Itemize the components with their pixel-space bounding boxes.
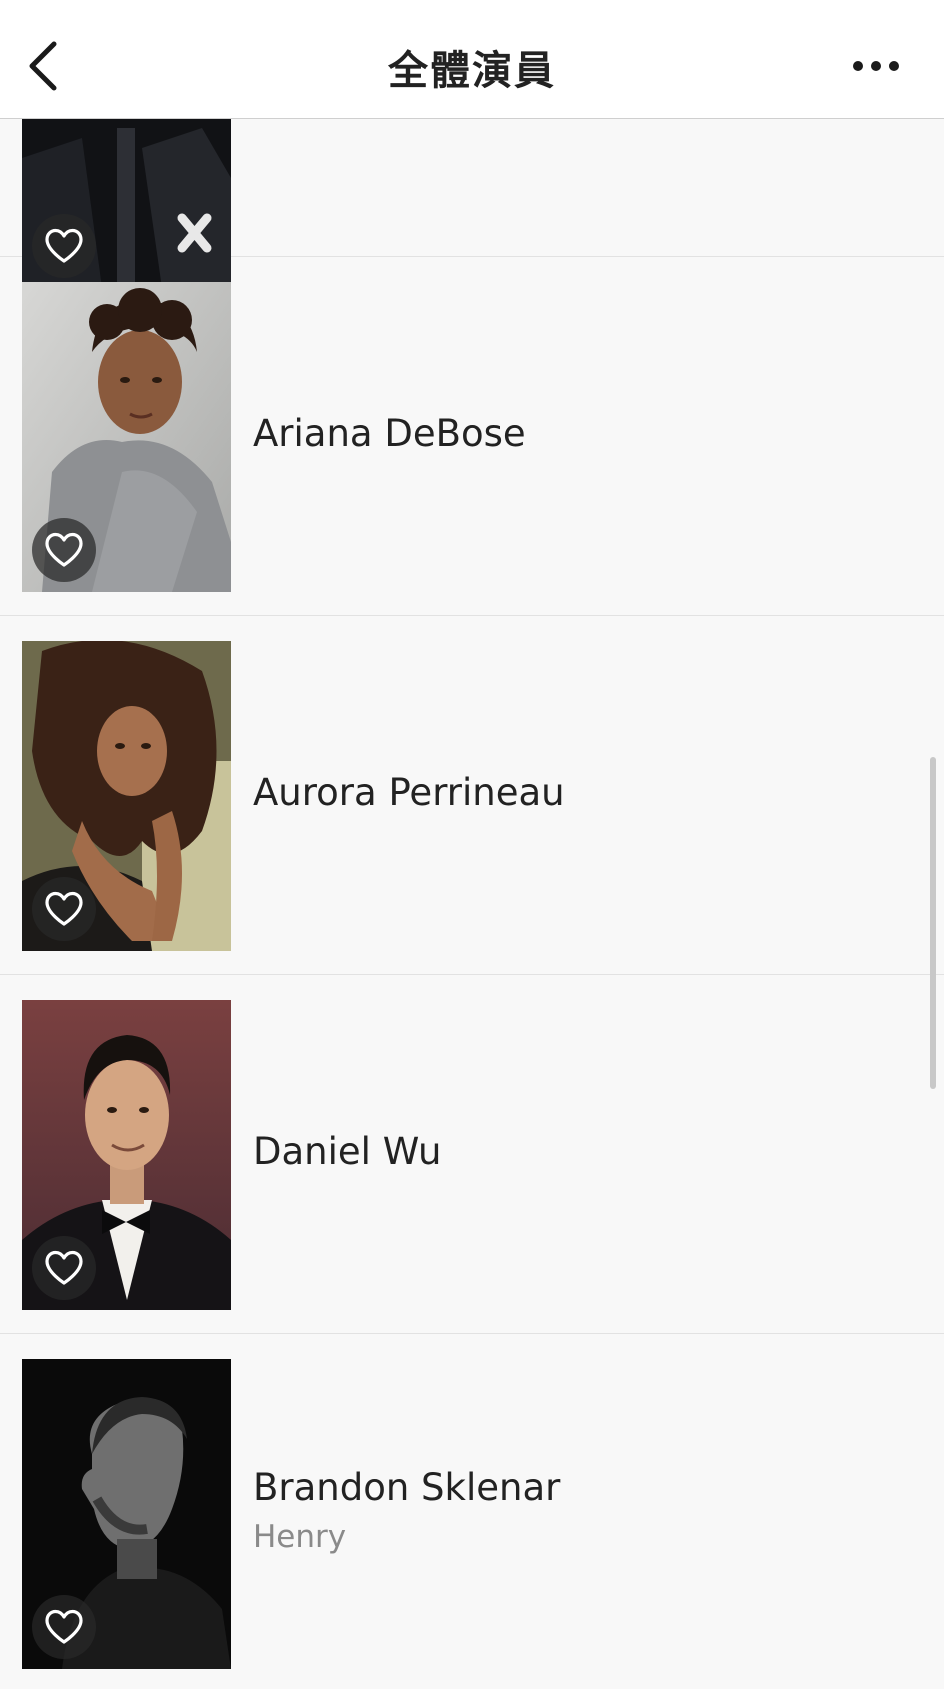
more-options-button[interactable]: [848, 46, 904, 86]
heart-outline-icon: [45, 1609, 83, 1644]
actor-name: Aurora Perrineau: [253, 771, 565, 814]
actor-name: Ariana DeBose: [253, 412, 526, 455]
favorite-button[interactable]: [32, 1595, 96, 1659]
cast-row[interactable]: Brandon Sklenar Henry: [0, 1334, 944, 1689]
actor-name: Brandon Sklenar: [253, 1466, 561, 1509]
actor-name: Daniel Wu: [253, 1130, 442, 1173]
favorite-button[interactable]: [32, 518, 96, 582]
cast-row[interactable]: [0, 119, 944, 288]
actor-photo: [22, 641, 231, 951]
heart-outline-icon: [45, 1250, 83, 1285]
heart-outline-icon: [45, 891, 83, 926]
favorite-button[interactable]: [32, 1236, 96, 1300]
cast-list[interactable]: Ariana DeBose Aurora Perrineau Daniel Wu…: [0, 119, 944, 1689]
actor-photo: [22, 1000, 231, 1310]
page-title: 全體演員: [388, 48, 556, 94]
actor-photo: [22, 282, 231, 592]
top-navigation-bar: 全體演員: [0, 0, 944, 119]
cast-row[interactable]: Aurora Perrineau: [0, 616, 944, 975]
more-dots-icon: [853, 61, 899, 71]
favorite-button[interactable]: [32, 877, 96, 941]
character-role: Henry: [253, 1519, 347, 1555]
cast-row[interactable]: Ariana DeBose: [0, 257, 944, 616]
heart-outline-icon: [45, 532, 83, 567]
actor-photo: [22, 1359, 231, 1669]
scrollbar[interactable]: [930, 757, 936, 1089]
cast-row[interactable]: Daniel Wu: [0, 975, 944, 1334]
